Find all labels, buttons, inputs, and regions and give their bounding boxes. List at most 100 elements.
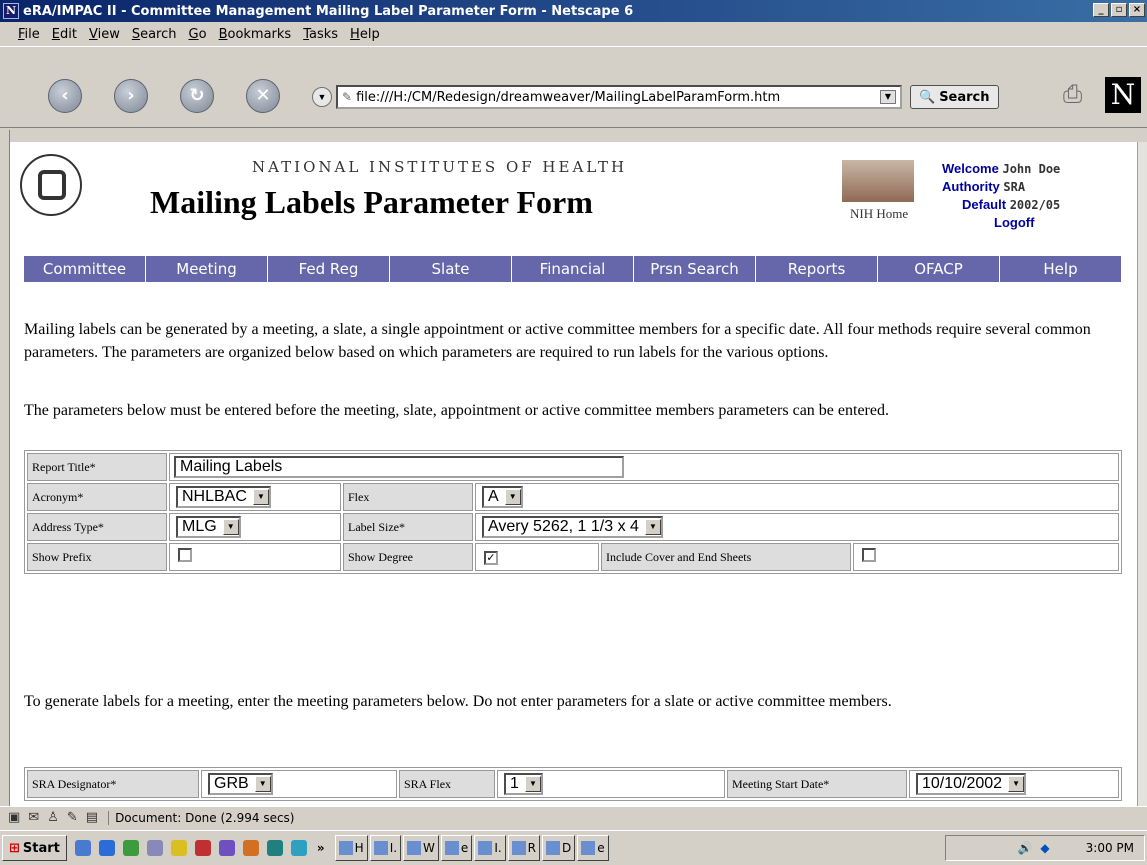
chevron-down-icon: ▼	[644, 519, 661, 535]
navigation-toolbar: ‹ › ↻ ✕ ▼ ✎ file:///H:/CM/Redesign/dream…	[0, 46, 1147, 128]
org-name: NATIONAL INSTITUTES OF HEALTH	[252, 158, 628, 176]
quicklaunch-app2-icon[interactable]	[170, 840, 187, 856]
maximize-button[interactable]: ▫	[1111, 3, 1127, 17]
taskbar-task[interactable]: D	[542, 835, 576, 861]
task-icon	[581, 841, 596, 855]
volume-icon[interactable]: 🔊	[1017, 841, 1032, 855]
address-book-icon[interactable]: ▤	[86, 810, 98, 825]
window-titlebar: N eRA/IMPAC II - Committee Management Ma…	[0, 0, 1147, 22]
tray-app-icon[interactable]: ◆	[1040, 841, 1049, 855]
label-size-select[interactable]: Avery 5262, 1 1/3 x 4 ▼	[482, 516, 663, 538]
minimize-button[interactable]: _	[1093, 3, 1109, 17]
meeting-params-table: SRA Designator* GRB ▼ SRA Flex 1 ▼ Meeting…	[24, 767, 1122, 801]
task-label: H	[354, 841, 364, 855]
quicklaunch-app-icon[interactable]	[122, 840, 139, 856]
cover-checkbox[interactable]	[862, 548, 876, 562]
flex-select[interactable]: A ▼	[482, 486, 523, 508]
chevron-down-icon: ▼	[254, 776, 271, 792]
logoff-link[interactable]: Logoff	[942, 214, 1060, 231]
task-label: W	[423, 841, 435, 855]
task-icon	[373, 841, 388, 855]
quicklaunch-app4-icon[interactable]	[218, 840, 235, 856]
report-title-label: Report Title*	[27, 453, 167, 481]
menu-item-go[interactable]: Go	[189, 27, 207, 42]
clock[interactable]: 3:00 PM	[1086, 841, 1134, 855]
common-params-table: Report Title* Mailing Labels Acronym* NH…	[24, 450, 1122, 574]
taskbar-task[interactable]: I.	[369, 835, 402, 861]
menu-item-bookmarks[interactable]: Bookmarks	[219, 27, 292, 42]
composer-icon[interactable]: ✎	[67, 810, 78, 825]
url-dropdown-icon[interactable]: ▼	[880, 90, 896, 104]
stop-button[interactable]: ✕	[246, 79, 280, 113]
sidebar-tab[interactable]	[0, 130, 10, 810]
main-nav: Committee Meeting Fed Reg Slate Financial Prs…	[24, 256, 1122, 282]
instant-messenger-icon[interactable]: ♙	[47, 810, 59, 825]
quicklaunch-app7-icon[interactable]	[290, 840, 307, 856]
menu-item-help[interactable]: Help	[350, 27, 380, 42]
task-icon	[511, 841, 526, 855]
show-degree-label: Show Degree	[343, 543, 473, 571]
taskbar-task[interactable]: e	[440, 835, 473, 861]
reload-button[interactable]: ↻	[180, 79, 214, 113]
acronym-select[interactable]: NHLBAC ▼	[176, 486, 271, 508]
quicklaunch-ie-icon[interactable]	[98, 840, 115, 856]
quicklaunch-app6-icon[interactable]	[266, 840, 283, 856]
mail-icon[interactable]: ✉	[28, 810, 39, 825]
taskbar-task[interactable]: e	[577, 835, 609, 861]
nih-home-link[interactable]: NIH Home	[850, 206, 908, 222]
acronym-label: Acronym*	[27, 483, 167, 511]
nih-building-image[interactable]	[842, 160, 914, 202]
menu-item-search[interactable]: Search	[132, 27, 177, 42]
nav-item-committee[interactable]: Committee	[24, 256, 146, 282]
nav-item-reports[interactable]: Reports	[756, 256, 878, 282]
task-label: e	[460, 841, 469, 855]
menu-item-tasks[interactable]: Tasks	[303, 27, 338, 42]
print-icon[interactable]: ⎙	[1063, 81, 1097, 111]
nih-seal-logo	[20, 154, 82, 216]
forward-button[interactable]: ›	[114, 79, 148, 113]
taskbar-task[interactable]: R	[507, 835, 541, 861]
sra-designator-select[interactable]: GRB ▼	[208, 773, 273, 795]
menu-item-edit[interactable]: Edit	[52, 27, 77, 42]
nav-item-fed-reg[interactable]: Fed Reg	[268, 256, 390, 282]
taskbar-task[interactable]: H	[334, 835, 368, 861]
close-button[interactable]: ×	[1129, 3, 1145, 17]
status-bar: ▣ ✉ ♙ ✎ ▤ Document: Done (2.994 secs)	[0, 806, 1147, 828]
nav-item-help[interactable]: Help	[1000, 256, 1122, 282]
menu-item-view[interactable]: View	[89, 27, 120, 42]
taskbar-task[interactable]: W	[403, 835, 439, 861]
nav-item-financial[interactable]: Financial	[512, 256, 634, 282]
sra-flex-value: 1	[510, 775, 519, 792]
vertical-scrollbar[interactable]	[1137, 142, 1147, 806]
quicklaunch-desktop-icon[interactable]	[74, 840, 91, 856]
url-field[interactable]: ✎ file:///H:/CM/Redesign/dreamweaver/Mai…	[336, 85, 902, 109]
show-prefix-label: Show Prefix	[27, 543, 167, 571]
show-prefix-checkbox[interactable]	[178, 548, 192, 562]
nav-item-ofacp[interactable]: OFACP	[878, 256, 1000, 282]
windows-logo-icon: ⊞	[9, 840, 20, 856]
chevron-down-icon: ▼	[504, 489, 521, 505]
nav-item-meeting[interactable]: Meeting	[146, 256, 268, 282]
meeting-instructions: To generate labels for a meeting, enter …	[24, 693, 892, 710]
quicklaunch-search-icon[interactable]	[146, 840, 163, 856]
show-degree-checkbox[interactable]: ✓	[484, 550, 498, 565]
page-content: NATIONAL INSTITUTES OF HEALTH Mailing La…	[10, 142, 1137, 806]
back-button[interactable]: ‹	[48, 79, 82, 113]
menu-item-file[interactable]: File	[18, 27, 40, 42]
taskbar-task[interactable]: I.	[474, 835, 506, 861]
quicklaunch-app3-icon[interactable]	[194, 840, 211, 856]
address-type-select[interactable]: MLG ▼	[176, 516, 241, 538]
authority-value: SRA	[1003, 180, 1026, 194]
more-icon[interactable]: »	[317, 841, 325, 855]
netscape-throbber-icon[interactable]: N	[1105, 77, 1141, 113]
meeting-start-select[interactable]: 10/10/2002 ▼	[916, 773, 1027, 795]
quicklaunch-app5-icon[interactable]	[242, 840, 259, 856]
report-title-input[interactable]: Mailing Labels	[174, 456, 624, 478]
nav-item-slate[interactable]: Slate	[390, 256, 512, 282]
url-history-icon[interactable]: ▼	[312, 87, 332, 107]
sra-flex-select[interactable]: 1 ▼	[504, 773, 543, 795]
search-button[interactable]: 🔍 Search	[910, 85, 999, 109]
task-icon	[338, 841, 353, 855]
start-button[interactable]: ⊞ Start	[2, 835, 67, 861]
nav-item-prsn-search[interactable]: Prsn Search	[634, 256, 756, 282]
